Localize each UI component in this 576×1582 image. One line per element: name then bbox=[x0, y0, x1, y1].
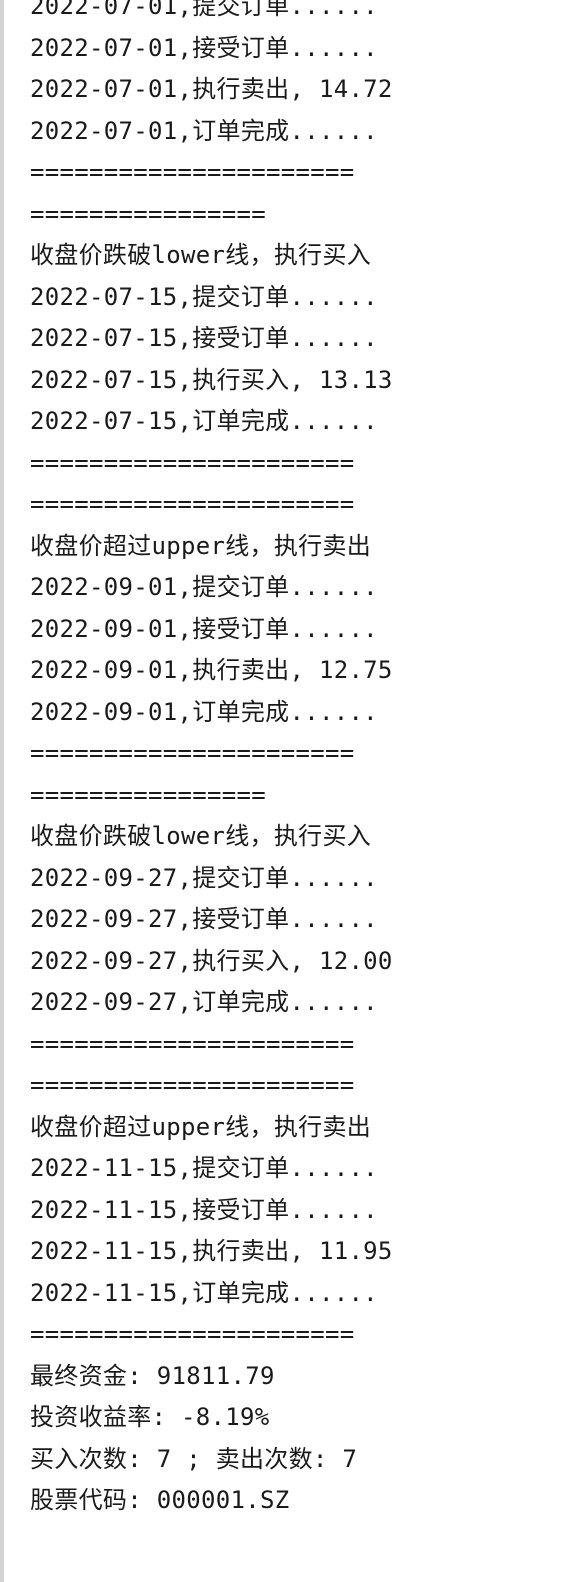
separator-line: ====================== bbox=[30, 158, 355, 186]
separator-line: ====================== bbox=[30, 1029, 355, 1058]
signal-message: 收盘价超过upper线，执行卖出 bbox=[30, 531, 372, 560]
signal-message: 收盘价超过upper线，执行卖出 bbox=[30, 1112, 372, 1141]
console-line: 2022-11-15,提交订单...... bbox=[30, 1154, 378, 1182]
separator-line: ================ bbox=[30, 199, 266, 228]
console-line: 2022-07-01,执行卖出, 14.72 bbox=[30, 75, 393, 103]
console-output-panel: 2022-07-01,提交订单...... 2022-07-01,接受订单...… bbox=[0, 0, 576, 1582]
signal-message: 收盘价跌破lower线，执行买入 bbox=[30, 822, 372, 850]
separator-line: ====================== bbox=[30, 1071, 355, 1099]
console-lines: 2022-07-01,提交订单...... 2022-07-01,接受订单...… bbox=[30, 0, 566, 1522]
console-line: 2022-07-01,订单完成...... bbox=[30, 116, 378, 145]
console-line: 2022-07-15,接受订单...... bbox=[30, 324, 378, 352]
console-line: 2022-07-15,执行买入, 13.13 bbox=[30, 365, 393, 394]
separator-line: ====================== bbox=[30, 490, 355, 518]
console-line: 2022-09-27,订单完成...... bbox=[30, 988, 378, 1016]
console-line: 2022-09-01,接受订单...... bbox=[30, 614, 378, 643]
console-line: 2022-11-15,接受订单...... bbox=[30, 1195, 378, 1224]
console-line: 2022-11-15,订单完成...... bbox=[30, 1278, 378, 1307]
console-line: 2022-07-15,订单完成...... bbox=[30, 407, 378, 435]
console-line: 2022-09-01,提交订单...... bbox=[30, 573, 378, 601]
console-line: 2022-09-27,提交订单...... bbox=[30, 863, 378, 892]
console-line: 2022-11-15,执行卖出, 11.95 bbox=[30, 1237, 393, 1265]
trade-count-line: 买入次数: 7 ; 卖出次数: 7 bbox=[30, 1444, 358, 1473]
console-line: 2022-09-01,执行卖出, 12.75 bbox=[30, 656, 393, 684]
separator-line: ====================== bbox=[30, 448, 355, 477]
final-capital-line: 最终资金: 91811.79 bbox=[30, 1361, 275, 1390]
console-line: 2022-07-01,接受订单...... bbox=[30, 33, 378, 62]
signal-message: 收盘价跌破lower线，执行买入 bbox=[30, 241, 372, 269]
console-line: 2022-07-01,提交订单...... bbox=[30, 0, 378, 20]
console-line: 2022-09-27,执行买入, 12.00 bbox=[30, 946, 393, 975]
separator-line: ====================== bbox=[30, 1320, 355, 1348]
console-line: 2022-09-27,接受订单...... bbox=[30, 905, 378, 933]
stock-code-line: 股票代码: 000001.SZ bbox=[30, 1486, 290, 1514]
separator-line: ====================== bbox=[30, 739, 355, 767]
console-line: 2022-07-15,提交订单...... bbox=[30, 282, 378, 311]
return-rate-line: 投资收益率: -8.19% bbox=[30, 1403, 270, 1431]
separator-line: ================ bbox=[30, 780, 266, 809]
console-line: 2022-09-01,订单完成...... bbox=[30, 697, 378, 726]
